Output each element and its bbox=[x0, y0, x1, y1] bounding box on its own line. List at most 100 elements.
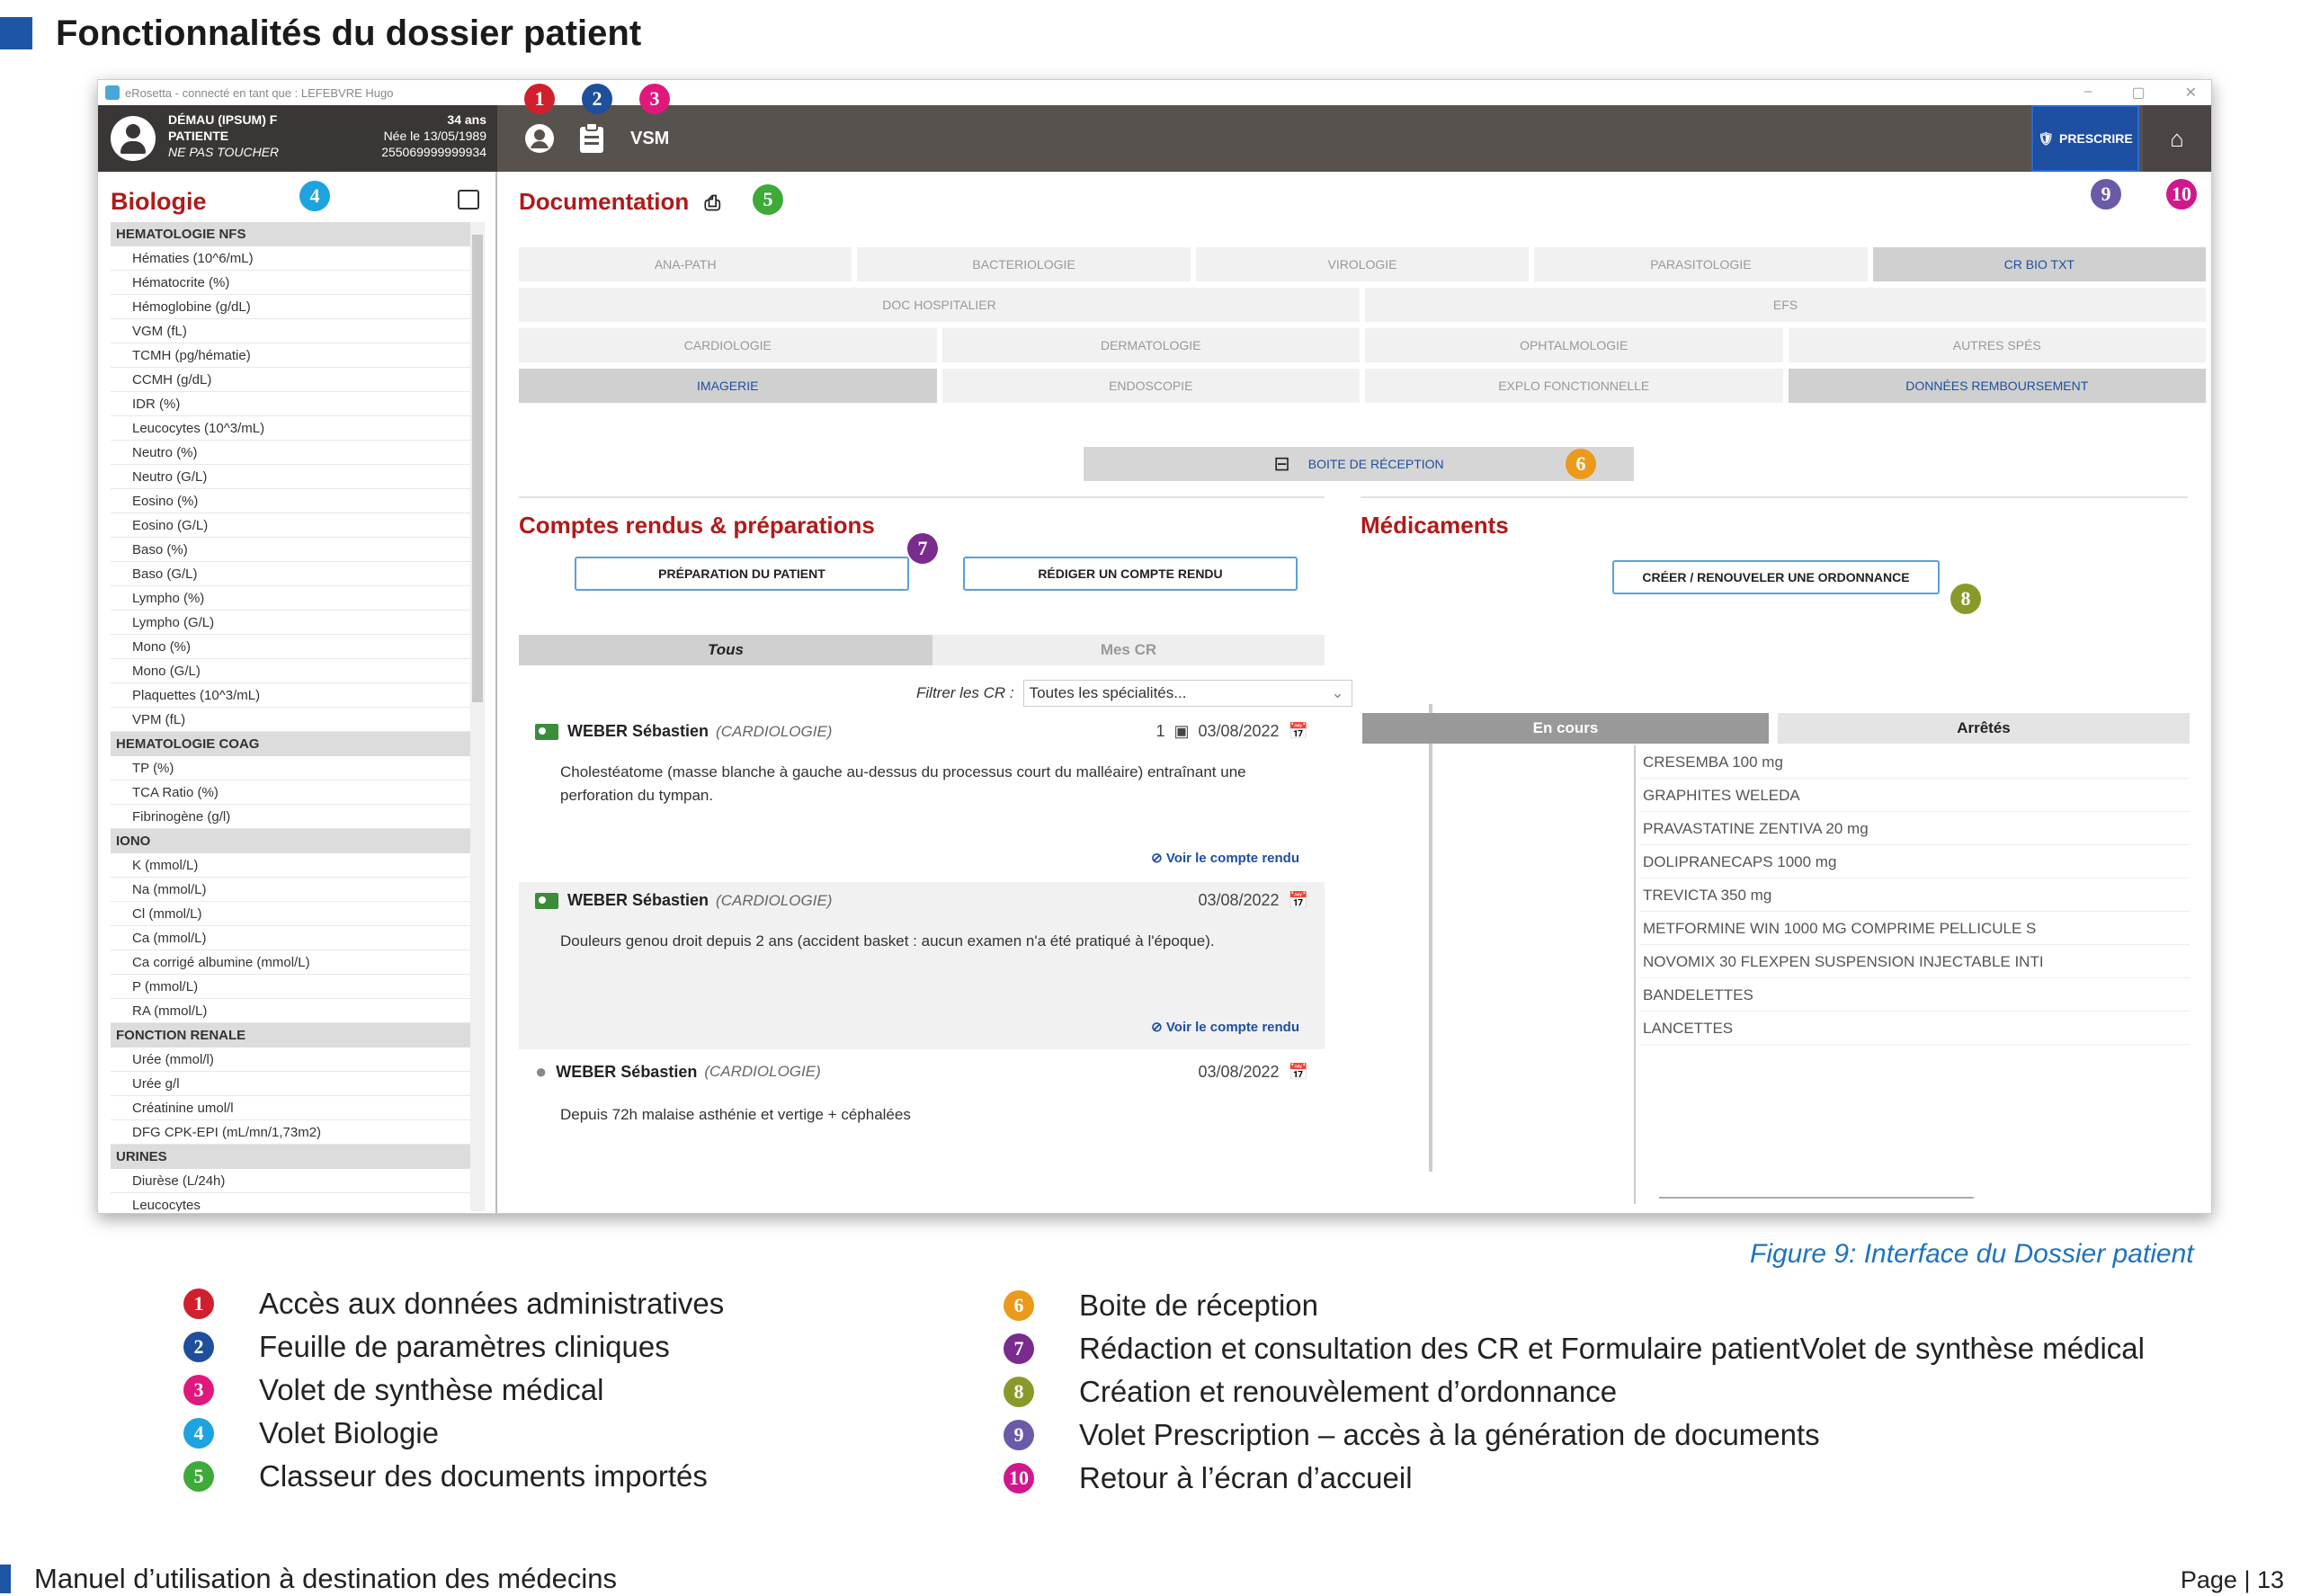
doc-tab[interactable]: ANA-PATH bbox=[519, 247, 852, 281]
cr-scrollbar[interactable] bbox=[1429, 704, 1432, 1172]
doc-tab[interactable]: AUTRES SPÉS bbox=[1788, 328, 2206, 362]
calendar-icon[interactable]: 📅 bbox=[1289, 891, 1308, 910]
biology-item[interactable]: Neutro (%) bbox=[111, 441, 472, 465]
doc-tab[interactable]: DERMATOLOGIE bbox=[941, 328, 1360, 362]
biology-section-header[interactable]: IONO bbox=[111, 829, 472, 853]
doc-tab[interactable]: DOC HOSPITALIER bbox=[519, 288, 1360, 322]
footer-text: Manuel d’utilisation à destination des m… bbox=[34, 1563, 617, 1594]
prescrire-button[interactable]: 🛡 PRESCRIRE bbox=[2031, 105, 2139, 172]
biology-item[interactable]: Leucocytes bbox=[111, 1193, 472, 1211]
biology-item[interactable]: Ca corrigé albumine (mmol/L) bbox=[111, 950, 472, 975]
clipboard-icon[interactable] bbox=[575, 121, 609, 156]
biology-section-header[interactable]: FONCTION RENALE bbox=[111, 1023, 472, 1048]
medication-item[interactable]: PRAVASTATINE ZENTIVA 20 mg bbox=[1639, 812, 2190, 845]
tab-en-cours[interactable]: En cours bbox=[1362, 713, 1769, 744]
calendar-icon[interactable]: 📅 bbox=[1289, 1063, 1308, 1082]
biology-item[interactable]: CCMH (g/dL) bbox=[111, 368, 472, 392]
rediger-cr-button[interactable]: RÉDIGER UN COMPTE RENDU bbox=[963, 557, 1298, 591]
biology-item[interactable]: Mono (G/L) bbox=[111, 659, 472, 683]
horizontal-scrollbar[interactable] bbox=[1659, 1197, 1974, 1199]
voir-cr-link[interactable]: ⊘ Voir le compte rendu bbox=[1151, 850, 1299, 866]
biology-item[interactable]: Urée (mmol/l) bbox=[111, 1048, 472, 1072]
doc-tab[interactable]: PARASITOLOGIE bbox=[1534, 247, 1868, 281]
biology-item[interactable]: Lympho (%) bbox=[111, 586, 472, 611]
biology-item[interactable]: Eosino (G/L) bbox=[111, 513, 472, 538]
doc-tab[interactable]: VIROLOGIE bbox=[1195, 247, 1530, 281]
biology-item[interactable]: P (mmol/L) bbox=[111, 975, 472, 999]
doc-tab[interactable]: ENDOSCOPIE bbox=[941, 369, 1360, 403]
biology-item[interactable]: TCMH (pg/hématie) bbox=[111, 343, 472, 368]
biology-item[interactable]: Mono (%) bbox=[111, 635, 472, 659]
inbox-button[interactable]: ⊟ BOITE DE RÉCEPTION bbox=[1084, 447, 1634, 481]
medication-item[interactable]: GRAPHITES WELEDA bbox=[1639, 779, 2190, 812]
biology-item[interactable]: VGM (fL) bbox=[111, 319, 472, 343]
doc-tab[interactable]: EFS bbox=[1365, 288, 2206, 322]
biology-item[interactable]: K (mmol/L) bbox=[111, 853, 472, 878]
cr-item[interactable]: WEBER Sébastien (CARDIOLOGIE) 1 ▣ 03/08/… bbox=[519, 713, 1325, 880]
biology-item[interactable]: Hématies (10^6/mL) bbox=[111, 246, 472, 271]
medication-item[interactable]: TREVICTA 350 mg bbox=[1639, 878, 2190, 912]
biology-item[interactable]: IDR (%) bbox=[111, 392, 472, 416]
calendar-icon[interactable]: 📅 bbox=[1289, 722, 1308, 741]
biology-item[interactable]: Eosino (%) bbox=[111, 489, 472, 513]
preparation-button[interactable]: PRÉPARATION DU PATIENT bbox=[575, 557, 909, 591]
medication-item[interactable]: BANDELETTES bbox=[1639, 978, 2190, 1012]
doc-tab[interactable]: CR BIO TXT bbox=[1872, 247, 2207, 281]
biology-scrollbar[interactable] bbox=[470, 222, 485, 1211]
medication-item[interactable]: DOLIPRANECAPS 1000 mg bbox=[1639, 845, 2190, 878]
biology-item[interactable]: TCA Ratio (%) bbox=[111, 780, 472, 805]
admin-data-icon[interactable] bbox=[522, 121, 557, 156]
home-icon[interactable]: ⌂ bbox=[2143, 105, 2211, 172]
medication-item[interactable]: LANCETTES bbox=[1639, 1012, 2190, 1045]
medication-item[interactable]: METFORMINE WIN 1000 MG COMPRIME PELLICUL… bbox=[1639, 912, 2190, 945]
biology-item[interactable]: Fibrinogène (g/l) bbox=[111, 805, 472, 829]
biology-item[interactable]: Na (mmol/L) bbox=[111, 878, 472, 902]
biology-item[interactable]: Ca (mmol/L) bbox=[111, 926, 472, 950]
voir-cr-link[interactable]: ⊘ Voir le compte rendu bbox=[1151, 1019, 1299, 1035]
biology-item[interactable]: Neutro (G/L) bbox=[111, 465, 472, 489]
cr-text: Cholestéatome (masse blanche à gauche au… bbox=[560, 763, 1246, 804]
biology-item[interactable]: Leucocytes (10^3/mL) bbox=[111, 416, 472, 441]
cr-tabs: Tous Mes CR bbox=[519, 635, 1325, 665]
biology-item[interactable]: TP (%) bbox=[111, 756, 472, 780]
expand-icon[interactable] bbox=[458, 190, 479, 210]
medication-item[interactable]: NOVOMIX 30 FLEXPEN SUSPENSION INJECTABLE… bbox=[1639, 945, 2190, 978]
doc-tab[interactable]: DONNÉES REMBOURSEMENT bbox=[1788, 369, 2206, 403]
shield-icon: 🛡 bbox=[2038, 130, 2055, 146]
biology-item[interactable]: Hémoglobine (g/dL) bbox=[111, 295, 472, 319]
upload-doc-icon[interactable]: ⎙ bbox=[704, 192, 720, 214]
tab-arretes[interactable]: Arrêtés bbox=[1778, 713, 2190, 744]
vsm-button[interactable]: VSM bbox=[630, 129, 669, 149]
cr-item[interactable]: WEBER Sébastien (CARDIOLOGIE) 03/08/2022… bbox=[519, 882, 1325, 1049]
biology-item[interactable]: DFG CPK-EPI (mL/mn/1,73m2) bbox=[111, 1120, 472, 1145]
doc-tab[interactable]: BACTERIOLOGIE bbox=[857, 247, 1191, 281]
biology-item[interactable]: VPM (fL) bbox=[111, 708, 472, 732]
specialty-select[interactable]: Toutes les spécialités... ⌄ bbox=[1022, 680, 1352, 707]
biology-item[interactable]: Urée g/l bbox=[111, 1072, 472, 1096]
biology-item[interactable]: Diurèse (L/24h) bbox=[111, 1169, 472, 1193]
doc-tab[interactable]: IMAGERIE bbox=[519, 369, 937, 403]
biology-item[interactable]: Baso (%) bbox=[111, 538, 472, 562]
biology-section-header[interactable]: HEMATOLOGIE COAG bbox=[111, 732, 472, 756]
minimize-button[interactable]: – bbox=[2084, 84, 2092, 102]
biology-section-header[interactable]: HEMATOLOGIE NFS bbox=[111, 222, 472, 246]
biology-item[interactable]: Créatinine umol/l bbox=[111, 1096, 472, 1120]
doc-tab[interactable]: EXPLO FONCTIONNELLE bbox=[1365, 369, 1783, 403]
doc-tab[interactable]: CARDIOLOGIE bbox=[519, 328, 937, 362]
tab-mes-cr[interactable]: Mes CR bbox=[932, 635, 1325, 665]
doc-tab[interactable]: OPHTALMOLOGIE bbox=[1365, 328, 1783, 362]
biology-item[interactable]: Hématocrite (%) bbox=[111, 271, 472, 295]
cr-item[interactable]: ● WEBER Sébastien (CARDIOLOGIE) 03/08/20… bbox=[519, 1051, 1325, 1186]
ordonnance-button[interactable]: CRÉER / RENOUVELER UNE ORDONNANCE bbox=[1612, 560, 1940, 594]
biology-item[interactable]: Baso (G/L) bbox=[111, 562, 472, 586]
biology-item[interactable]: Lympho (G/L) bbox=[111, 611, 472, 635]
biology-section-header[interactable]: URINES bbox=[111, 1145, 472, 1169]
medication-item[interactable]: CRESEMBA 100 mg bbox=[1639, 745, 2190, 779]
biology-item[interactable]: RA (mmol/L) bbox=[111, 999, 472, 1023]
tab-tous[interactable]: Tous bbox=[519, 635, 932, 665]
biology-item[interactable]: Cl (mmol/L) bbox=[111, 902, 472, 926]
maximize-button[interactable]: ▢ bbox=[2131, 84, 2145, 102]
biology-item[interactable]: Plaquettes (10^3/mL) bbox=[111, 683, 472, 708]
close-button[interactable]: ✕ bbox=[2185, 84, 2197, 102]
patient-banner[interactable]: DÉMAU (IPSUM) F PATIENTE NE PAS TOUCHER … bbox=[98, 105, 497, 172]
